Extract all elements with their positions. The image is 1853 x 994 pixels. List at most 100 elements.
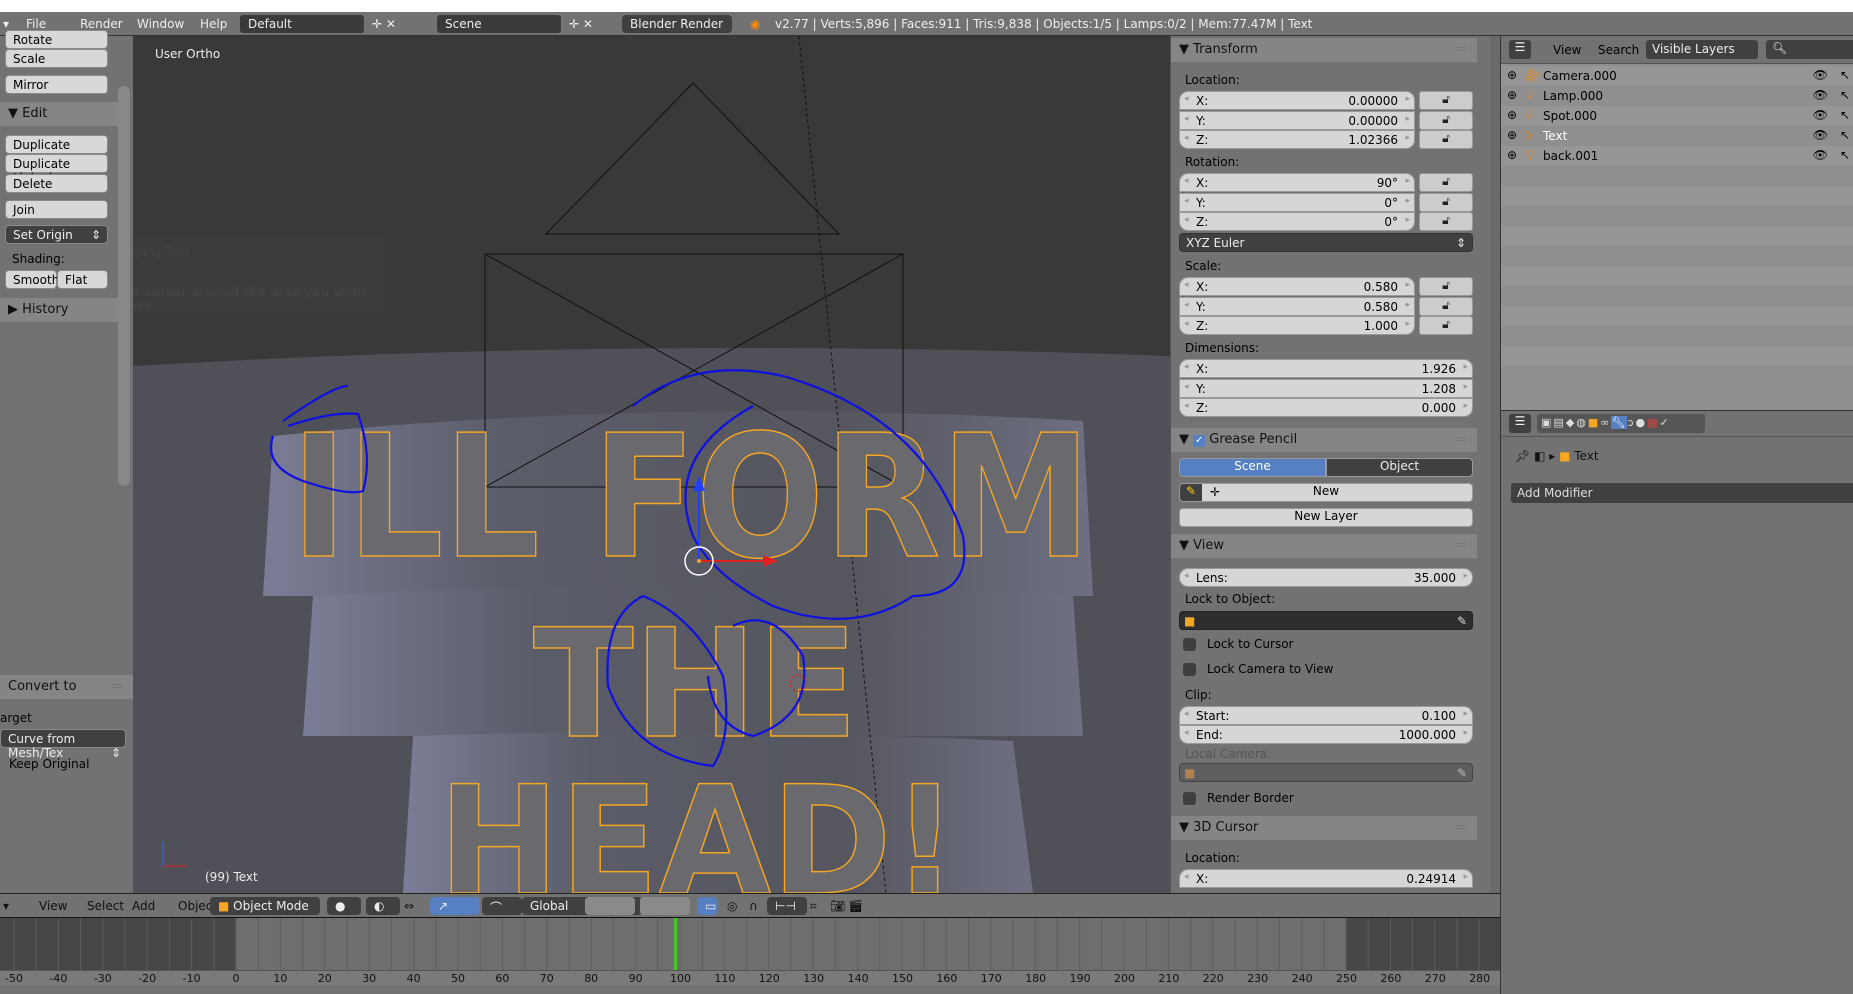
visibility-eye-icon[interactable]: 👁︎ [1813,68,1828,82]
expand-icon[interactable]: ⊕ [1507,88,1517,102]
lock-camera-checkbox[interactable] [1183,663,1196,676]
lock-icon[interactable]: 🔓︎ [1419,110,1473,130]
selectable-arrow-icon[interactable]: ↖ [1840,128,1850,142]
add-scene-icon[interactable]: ✛ ✕ [569,17,593,31]
manipulator-toggle-icon[interactable]: ⇔ [404,899,414,913]
constraints-tab-icon[interactable]: ∞ [1600,416,1611,429]
layers-grid-1[interactable] [585,897,635,915]
outliner-menu-search[interactable]: Search [1598,43,1639,57]
selectable-arrow-icon[interactable]: ↖ [1840,68,1850,82]
outliner-item[interactable]: ⊕ 💡︎ Lamp.000 👁︎ ↖ [1501,86,1853,106]
scale-y-field[interactable]: ◂ Y: 0.580 ▸ [1179,296,1415,316]
frame-ruler[interactable]: -50 -40 -30 -20 -10 0 10 20 30 40 50 60 70 80 90 100 110… [0,970,1500,985]
visibility-eye-icon[interactable]: 👁︎ [1813,88,1828,102]
snap-icon[interactable]: ∩ [749,899,758,913]
scale-button[interactable]: Scale [5,49,108,68]
editor-type-icon[interactable]: ▾ [3,899,9,913]
scale-x-field[interactable]: ◂ X: 0.580 ▸ [1179,277,1415,296]
manipulator-rotate-icon[interactable]: ⌒ [482,897,522,915]
render-engine-dropdown[interactable]: Blender Render [622,15,732,33]
opengl-anim-icon[interactable]: 🎬︎ [848,899,863,913]
lens-field[interactable]: ◂ Lens: 35.000 ▸ [1179,568,1473,587]
smooth-button[interactable]: Smooth [5,270,59,289]
expand-icon[interactable]: ⊕ [1507,128,1517,142]
menu-add[interactable]: Add [132,899,155,913]
snap-element-dropdown[interactable]: ⊢⊣ [767,897,807,915]
menu-help[interactable]: Help [200,17,227,31]
location-x-field[interactable]: ◂ X: 0.00000 ▸ [1179,91,1415,110]
mode-dropdown[interactable]: ■ Object Mode [210,897,320,915]
pivot-dropdown[interactable]: ◐ [366,897,400,915]
rotation-mode-dropdown[interactable]: XYZ Euler ⇕ [1179,233,1473,252]
menu-view[interactable]: View [39,899,67,913]
expand-icon[interactable]: ⊕ [1507,68,1517,82]
lock-icon[interactable]: 🔓︎ [1419,277,1473,296]
tab-object[interactable]: Object [1326,458,1473,477]
selectable-arrow-icon[interactable]: ↖ [1840,148,1850,162]
scene-selector[interactable]: Scene [437,15,561,33]
keep-original-checkbox[interactable]: Keep Original [9,757,89,771]
location-z-field[interactable]: ◂ Z: 1.02366 ▸ [1179,130,1415,149]
outliner-menu-view[interactable]: View [1553,43,1581,57]
local-camera-field[interactable]: ■ ✎ [1179,763,1473,782]
outliner-item[interactable]: ⊕ ▽ back.001 👁︎ ↖ [1501,146,1853,166]
pencil-icon[interactable]: ✎ [1180,484,1202,501]
target-dropdown[interactable]: Curve from Mesh/Tex ⇕ [0,729,126,760]
flat-button[interactable]: Flat [57,270,108,289]
clip-start-field[interactable]: ◂ Start: 0.100 ▸ [1179,706,1473,725]
eyedropper-icon[interactable]: ✎ [1457,614,1467,628]
editor-type-icon[interactable]: ☰ [1509,414,1531,433]
layers-grid-2[interactable] [640,897,690,915]
lock-object-field[interactable]: ■ ✎ [1179,611,1473,630]
new-layer-button[interactable]: New Layer [1179,508,1473,527]
tab-scene[interactable]: Scene [1179,458,1326,477]
outliner-search-input[interactable]: 🔍︎ [1766,40,1853,59]
world-tab-icon[interactable]: ◍ [1576,416,1588,429]
add-layout-icon[interactable]: ✛ ✕ [372,17,396,31]
menu-render[interactable]: Render [80,17,123,31]
lock-icon[interactable]: 🔓︎ [1419,91,1473,110]
scene-tab-icon[interactable]: ◆ [1566,416,1576,429]
3d-cursor-panel-header[interactable]: ▼ 3D Cursor:::: [1171,816,1477,840]
add-modifier-dropdown[interactable]: Add Modifier [1511,483,1853,503]
lock-icon[interactable]: 🔓︎ [1419,130,1473,149]
eyedropper-icon[interactable]: ✎ [1457,766,1467,780]
dimensions-z-field[interactable]: ◂ Z: 0.000 ▸ [1179,398,1473,417]
delete-button[interactable]: Delete [5,174,108,193]
rotation-y-field[interactable]: ◂ Y: 0° ▸ [1179,192,1415,212]
particles-tab-icon[interactable]: ✓ [1660,416,1671,429]
3d-viewport[interactable]: ILL FORM THE HEAD! User Ortho (99) Text … [133,36,1170,893]
opengl-render-icon[interactable]: 📷︎ [830,899,845,913]
new-grease-pencil-button[interactable]: ✎ ✛ New [1179,483,1473,502]
outliner-item[interactable]: ⊕ 🎥︎ Camera.000 👁︎ ↖ [1501,66,1853,86]
join-button[interactable]: Join [5,200,108,219]
scale-z-field[interactable]: ◂ Z: 1.000 ▸ [1179,316,1415,335]
clip-end-field[interactable]: ◂ End: 1000.000 ▸ [1179,725,1473,744]
menu-file[interactable]: File [26,17,46,31]
render-border-checkbox[interactable] [1183,792,1196,805]
visibility-eye-icon[interactable]: 👁︎ [1813,148,1828,162]
set-origin-dropdown[interactable]: Set Origin ⇕ [5,225,108,244]
modifiers-tab-icon[interactable]: 🔧︎ [1611,416,1628,429]
visibility-eye-icon[interactable]: 👁︎ [1813,128,1828,142]
render-tab-icon[interactable]: ▣ [1541,416,1553,429]
location-y-field[interactable]: ◂ Y: 0.00000 ▸ [1179,110,1415,130]
selectable-arrow-icon[interactable]: ↖ [1840,108,1850,122]
lock-to-cursor-checkbox[interactable] [1183,638,1196,651]
mirror-button[interactable]: Mirror [5,75,108,94]
edit-panel-header[interactable]: ▼ Edit [0,102,118,126]
lock-icon[interactable]: 🔓︎ [1419,296,1473,316]
dimensions-y-field[interactable]: ◂ Y: 1.208 ▸ [1179,378,1473,398]
view-panel-header[interactable]: ▼ View:::: [1171,534,1477,558]
dimensions-x-field[interactable]: ◂ X: 1.926 ▸ [1179,359,1473,378]
properties-context-tabs[interactable]: ▣▤◆◍■∞🔧︎ↄ●▦✓ [1537,414,1705,433]
editor-type-icon[interactable]: ☰ [1509,40,1531,59]
outliner-item[interactable]: ⊕ ↄ Text 👁︎ ↖ [1501,126,1853,146]
snap-target-icon[interactable]: ⌗ [810,899,817,914]
texture-tab-icon[interactable]: ▦ [1647,416,1659,429]
manipulator-translate-icon[interactable]: ↗ [430,897,480,915]
duplicate-button[interactable]: Duplicate [5,135,108,154]
layout-selector[interactable]: Default [240,15,364,33]
transform-panel-header[interactable]: ▼ Transform:::: [1171,38,1477,62]
visibility-eye-icon[interactable]: 👁︎ [1813,108,1828,122]
